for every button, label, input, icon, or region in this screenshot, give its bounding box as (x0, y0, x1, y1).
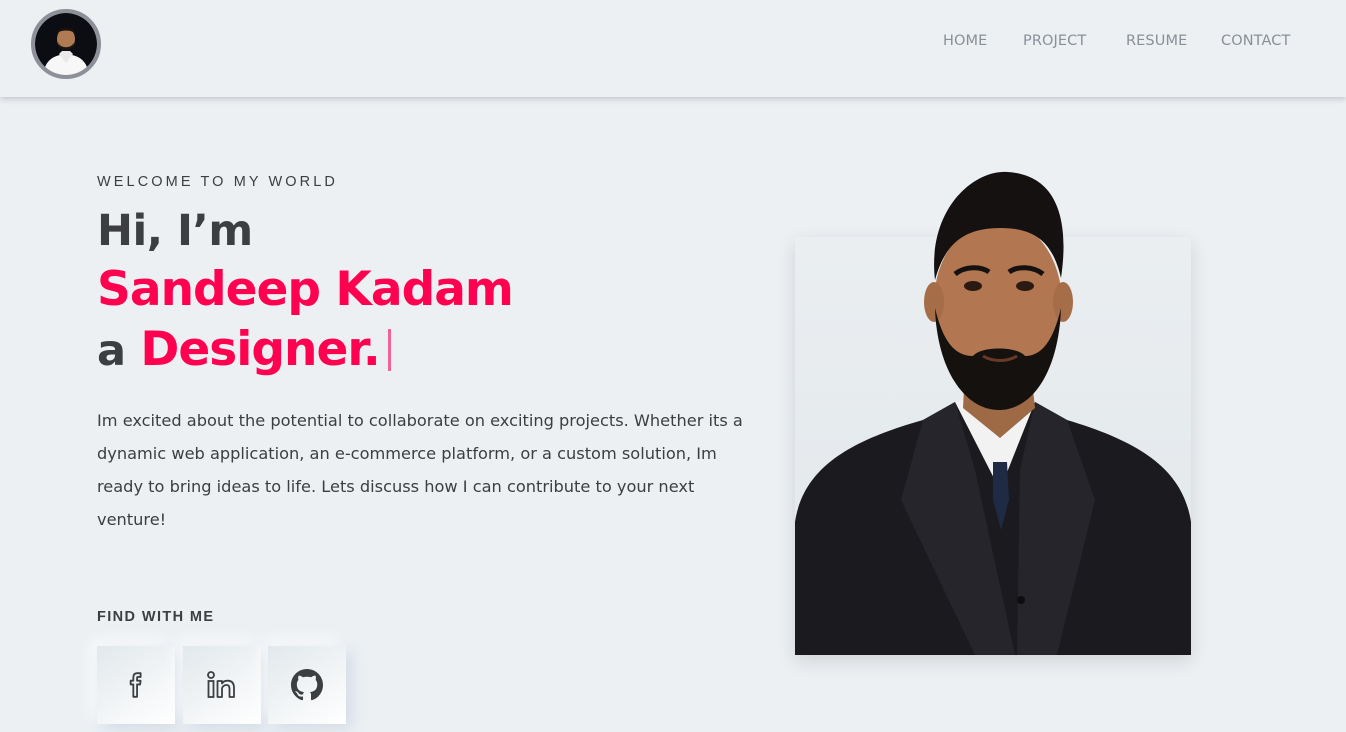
nav-resume[interactable]: RESUME (1126, 33, 1187, 49)
linkedin-icon (207, 671, 235, 698)
site-header: HOME PROJECT RESUME CONTACT (0, 0, 1346, 97)
role-heading: a Designer. (97, 322, 391, 377)
nav-home[interactable]: HOME (943, 33, 987, 49)
facebook-button[interactable] (97, 646, 175, 724)
welcome-text: WELCOME TO MY WORLD (97, 174, 338, 190)
github-icon (291, 669, 323, 701)
greeting-heading: Hi, I’m (97, 206, 253, 256)
github-button[interactable] (268, 646, 346, 724)
profile-photo (795, 171, 1191, 655)
name-heading: Sandeep Kadam (97, 262, 514, 317)
intro-description: Im excited about the potential to collab… (97, 411, 743, 529)
avatar-photo (35, 13, 97, 75)
nav-project[interactable]: PROJECT (1023, 33, 1086, 49)
role-text: Designer. (140, 322, 380, 377)
find-with-me-label: FIND WITH ME (97, 609, 215, 625)
profile-avatar[interactable] (31, 9, 101, 79)
role-prefix: a (97, 326, 126, 376)
linkedin-button[interactable] (183, 646, 261, 724)
typing-cursor (387, 329, 391, 371)
facebook-icon (129, 672, 142, 698)
nav-contact[interactable]: CONTACT (1221, 33, 1290, 49)
